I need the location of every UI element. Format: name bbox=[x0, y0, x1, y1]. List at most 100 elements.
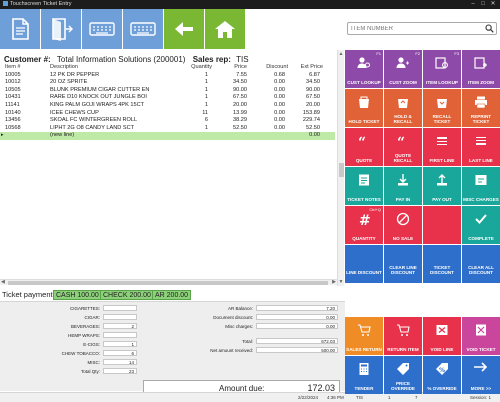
category-count: 6 bbox=[103, 350, 137, 356]
pay-in-button[interactable]: PAY IN bbox=[384, 167, 422, 205]
summary-value: 7.20 bbox=[256, 305, 338, 311]
cust-lookup-button[interactable]: F1 CUST LOOKUP bbox=[345, 50, 383, 88]
category-label: CIGARETTES: bbox=[69, 306, 100, 311]
arrow-left-icon bbox=[175, 22, 193, 36]
home-button[interactable] bbox=[205, 9, 245, 49]
button-label: RETURN ITEM bbox=[387, 347, 419, 352]
no-sale-icon bbox=[384, 212, 422, 226]
scroll-down-icon[interactable]: ▼ bbox=[338, 279, 344, 285]
recall-ticket-icon bbox=[423, 95, 461, 109]
summary-label: AR Balance: bbox=[227, 306, 253, 311]
category-count: 14 bbox=[103, 359, 137, 365]
horizontal-scroll-thumb[interactable] bbox=[8, 281, 328, 285]
sales-return-button[interactable]: SALES RETURN bbox=[345, 317, 383, 355]
payment-check[interactable]: CHECK 200.00 bbox=[100, 290, 154, 300]
minimize-button[interactable]: – bbox=[468, 0, 478, 9]
void-line-button[interactable]: VOID LINE bbox=[423, 317, 461, 355]
cell-price: 13.99 bbox=[233, 109, 247, 116]
cell-ext-price: 52.50 bbox=[306, 124, 320, 131]
table-row[interactable]: 10568 LIPHT 2G O8 CANDY LAND SCT 1 52.50 0.0… bbox=[0, 125, 335, 133]
last-line-button[interactable]: LAST LINE bbox=[462, 128, 500, 166]
cell-discount: 0.00 bbox=[274, 86, 285, 93]
button-label: CLEAR ALL DISCOUNT bbox=[468, 265, 494, 275]
keyboard-button[interactable] bbox=[82, 9, 122, 49]
cell-ext-price: 67.50 bbox=[306, 94, 320, 101]
quote-button[interactable]: “ QUOTE bbox=[345, 128, 383, 166]
first-line-button[interactable]: FIRST LINE bbox=[423, 128, 461, 166]
clear-line-discount-button[interactable]: CLEAR LINE DISCOUNT bbox=[384, 245, 422, 283]
ticket-notes-button[interactable]: TICKET NOTES bbox=[345, 167, 383, 205]
payment-cash[interactable]: CASH 100.00 bbox=[53, 290, 102, 300]
blank-button[interactable] bbox=[423, 206, 461, 244]
return-item-button[interactable]: RETURN ITEM bbox=[384, 317, 422, 355]
quote-recall-icon: “ bbox=[384, 134, 422, 148]
search-icon[interactable] bbox=[485, 24, 494, 33]
customer-value[interactable]: Total Information Solutions (200001) bbox=[57, 55, 186, 64]
cell-description: KING PALM GOJI WRAPS 4PK 15CT bbox=[50, 101, 145, 108]
hold-recall-button[interactable]: HOLD & RECALL bbox=[384, 89, 422, 127]
pay-in-icon bbox=[384, 173, 422, 187]
header-ext-price: Ext Price bbox=[300, 64, 323, 70]
grid-vertical-scrollbar[interactable]: ▲ ▼ bbox=[337, 50, 344, 286]
scroll-up-icon[interactable]: ▲ bbox=[338, 51, 344, 57]
table-row[interactable]: 11141 KING PALM GOJI WRAPS 4PK 15CT 1 20.00… bbox=[0, 102, 335, 110]
recall-ticket-button[interactable]: RECALL TICKET bbox=[423, 89, 461, 127]
back-button[interactable] bbox=[164, 9, 204, 49]
table-row[interactable]: 10012 20 OZ SPRITE 1 34.50 0.00 34.50 bbox=[0, 79, 335, 87]
open-door-button[interactable] bbox=[41, 9, 81, 49]
item-number-input[interactable] bbox=[347, 22, 497, 35]
button-label: RECALL TICKET bbox=[432, 114, 452, 124]
price-override-button[interactable]: PRICE OVERRIDE bbox=[384, 356, 422, 394]
complete-button[interactable]: COMPLETE bbox=[462, 206, 500, 244]
misc-charges-icon bbox=[462, 173, 500, 187]
-override-button[interactable]: % % OVERRIDE bbox=[423, 356, 461, 394]
void-ticket-button[interactable]: VOID TICKET bbox=[462, 317, 500, 355]
reprint-ticket-button[interactable]: REPRINT TICKET bbox=[462, 89, 500, 127]
table-row[interactable]: 10431 RARE D10 KNOCK OUT JUNGLE BOI 1 67.50… bbox=[0, 94, 335, 102]
item-lookup-button[interactable]: F3 ITEM LOOKUP bbox=[423, 50, 461, 88]
close-button[interactable]: ✕ bbox=[488, 0, 498, 9]
numeric-keyboard-button[interactable] bbox=[123, 9, 163, 49]
new-line-row[interactable]: ▸ (new line) 0.00 bbox=[0, 132, 335, 140]
no-sale-button[interactable]: NO SALE bbox=[384, 206, 422, 244]
printer-icon bbox=[462, 95, 500, 109]
quantity-button[interactable]: Ctrl+Q # QUANTITY bbox=[345, 206, 383, 244]
door-exit-icon bbox=[52, 18, 73, 41]
grid-horizontal-scrollbar[interactable]: ◀ ▶ bbox=[0, 279, 337, 285]
total-qty-label: Total Qty: bbox=[80, 369, 100, 374]
line-discount-button[interactable]: LINE DISCOUNT bbox=[345, 245, 383, 283]
ticket-discount-button[interactable]: TICKET DISCOUNT bbox=[423, 245, 461, 283]
cell-price: 7.55 bbox=[236, 71, 247, 78]
new-document-button[interactable] bbox=[0, 9, 40, 49]
table-row[interactable]: 10505 BLUNK PREMIUM CIGAR CUTTER EN 1 90.00… bbox=[0, 87, 335, 95]
pay-out-button[interactable]: PAY OUT bbox=[423, 167, 461, 205]
maximize-button[interactable]: □ bbox=[478, 0, 488, 9]
pay-out-icon bbox=[423, 173, 461, 187]
keyboard-icon bbox=[89, 22, 115, 36]
table-row[interactable]: 10140 ICEE CHEWS CUP 11 13.99 0.00 153.89 bbox=[0, 110, 335, 118]
scroll-thumb[interactable] bbox=[339, 163, 344, 177]
cell-price: 52.50 bbox=[233, 124, 247, 131]
button-label: QUANTITY bbox=[352, 236, 376, 241]
scroll-left-icon[interactable]: ◀ bbox=[1, 279, 5, 285]
tender-button[interactable]: TENDER bbox=[345, 356, 383, 394]
new-line-ext: 0.00 bbox=[309, 132, 320, 139]
payment-ar[interactable]: AR 200.00 bbox=[152, 290, 192, 300]
top-toolbar bbox=[0, 9, 345, 49]
clear-all-discount-button[interactable]: CLEAR ALL DISCOUNT bbox=[462, 245, 500, 283]
quote-recall-button[interactable]: “ QUOTE RECALL bbox=[384, 128, 422, 166]
hold-ticket-button[interactable]: HOLD TICKET bbox=[345, 89, 383, 127]
item-zoom-button[interactable]: ITEM ZOOM bbox=[462, 50, 500, 88]
table-row[interactable]: 10005 12 PK DR PEPPER 1 7.55 0.68 6.87 bbox=[0, 72, 335, 80]
cust-zoom-button[interactable]: F2 CUST ZOOM bbox=[384, 50, 422, 88]
misc-charges-button[interactable]: MISC CHARGES bbox=[462, 167, 500, 205]
header-price: Price bbox=[234, 64, 247, 70]
category-label: HEMP WRAPS: bbox=[68, 333, 100, 338]
more-button[interactable]: MORE >> bbox=[462, 356, 500, 394]
void-ticket-icon bbox=[462, 323, 500, 337]
cell-price: 20.00 bbox=[233, 101, 247, 108]
button-label: TENDER bbox=[354, 386, 374, 391]
salesrep-value[interactable]: TIS bbox=[236, 55, 248, 64]
table-row[interactable]: 13456 SKOAL FC WINTERGREEN ROLL 6 38.29 0.00… bbox=[0, 117, 335, 125]
scroll-right-icon[interactable]: ▶ bbox=[332, 279, 336, 285]
